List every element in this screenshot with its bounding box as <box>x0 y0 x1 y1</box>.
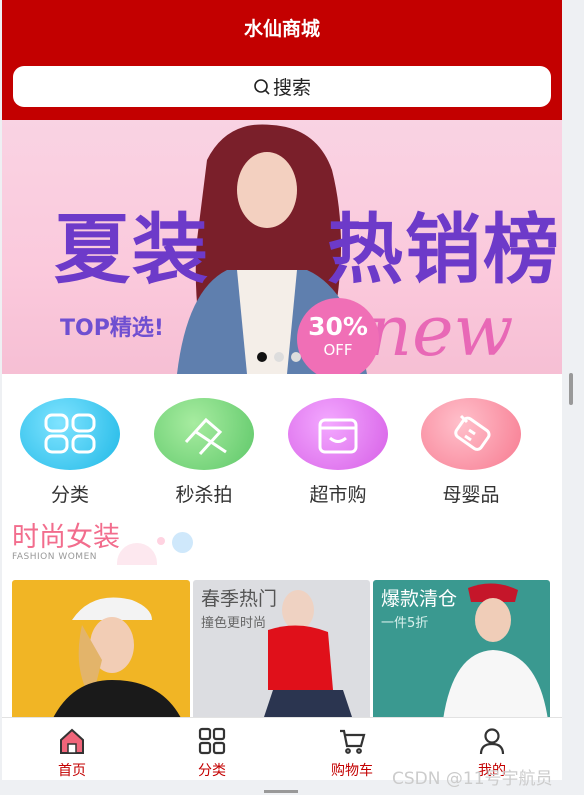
baby-bottle-icon <box>421 398 521 470</box>
category-label: 母婴品 <box>442 484 500 506</box>
tab-label: 购物车 <box>331 763 373 779</box>
badge-percent: 30% <box>308 312 368 341</box>
grid-icon <box>20 398 120 470</box>
badge-off: OFF <box>323 341 353 359</box>
hammer-icon <box>154 398 254 470</box>
section-header: 时尚女装 FASHION WOMEN <box>12 515 120 562</box>
carousel-dot[interactable] <box>257 352 267 362</box>
category-chaoshi[interactable]: 超市购 <box>283 398 393 507</box>
product-card[interactable]: 春季热门 撞色更时尚 <box>193 580 370 720</box>
product-subtitle: 撞色更时尚 <box>201 616 267 631</box>
mobile-app: 水仙商城 搜索 夏装 热销榜 TOP精选! new 30% OFF 分类 秒杀拍… <box>2 0 562 780</box>
product-card[interactable] <box>12 580 190 720</box>
header: 水仙商城 搜索 <box>2 0 562 120</box>
home-icon <box>27 726 117 756</box>
category-label: 超市购 <box>309 484 367 506</box>
decor-dot <box>172 532 193 553</box>
banner-top-text: TOP精选! <box>60 316 164 341</box>
tab-label: 分类 <box>198 763 226 779</box>
section-title: 时尚女装 <box>12 522 120 553</box>
tab-cart[interactable]: 购物车 <box>307 726 397 780</box>
resize-handle[interactable] <box>264 790 298 793</box>
app-title: 水仙商城 <box>243 18 320 40</box>
category-miaosha[interactable]: 秒杀拍 <box>149 398 259 507</box>
tab-category[interactable]: 分类 <box>167 726 257 780</box>
banner-script-text: new <box>367 290 514 372</box>
search-icon <box>254 78 270 95</box>
grid-icon <box>167 726 257 756</box>
category-fenlei[interactable]: 分类 <box>15 398 125 507</box>
banner-headline-left: 夏装 <box>54 205 210 294</box>
product-subtitle: 一件5折 <box>381 616 429 631</box>
category-label: 分类 <box>50 484 89 506</box>
product-title: 爆款清仓 <box>381 588 458 610</box>
carousel-dot[interactable] <box>274 352 284 362</box>
discount-badge: 30% OFF <box>297 298 379 374</box>
search-bar[interactable]: 搜索 <box>13 66 551 107</box>
tab-label: 首页 <box>58 763 86 779</box>
carousel-dots <box>257 352 301 362</box>
search-label: 搜索 <box>272 77 311 99</box>
product-title: 春季热门 <box>201 588 278 610</box>
store-icon <box>288 398 388 470</box>
product-grid: 春季热门 撞色更时尚 爆款清仓 一件5折 <box>12 580 552 720</box>
model-image <box>52 597 182 720</box>
decor-dot <box>157 537 165 545</box>
banner-headline-right: 热销榜 <box>327 205 561 294</box>
category-muying[interactable]: 母婴品 <box>416 398 526 507</box>
carousel-dot[interactable] <box>291 352 301 362</box>
watermark: CSDN @11号宇航员 <box>392 769 553 789</box>
cart-icon <box>307 726 397 756</box>
category-label: 秒杀拍 <box>175 484 233 506</box>
vertical-scrollbar[interactable] <box>569 373 573 405</box>
decor-shape <box>117 543 157 565</box>
category-row: 分类 秒杀拍 超市购 母婴品 <box>2 398 562 508</box>
promo-banner[interactable]: 夏装 热销榜 TOP精选! new 30% OFF <box>2 120 562 374</box>
product-card[interactable]: 爆款清仓 一件5折 <box>373 580 550 720</box>
user-icon <box>447 726 537 756</box>
tab-home[interactable]: 首页 <box>27 726 117 780</box>
